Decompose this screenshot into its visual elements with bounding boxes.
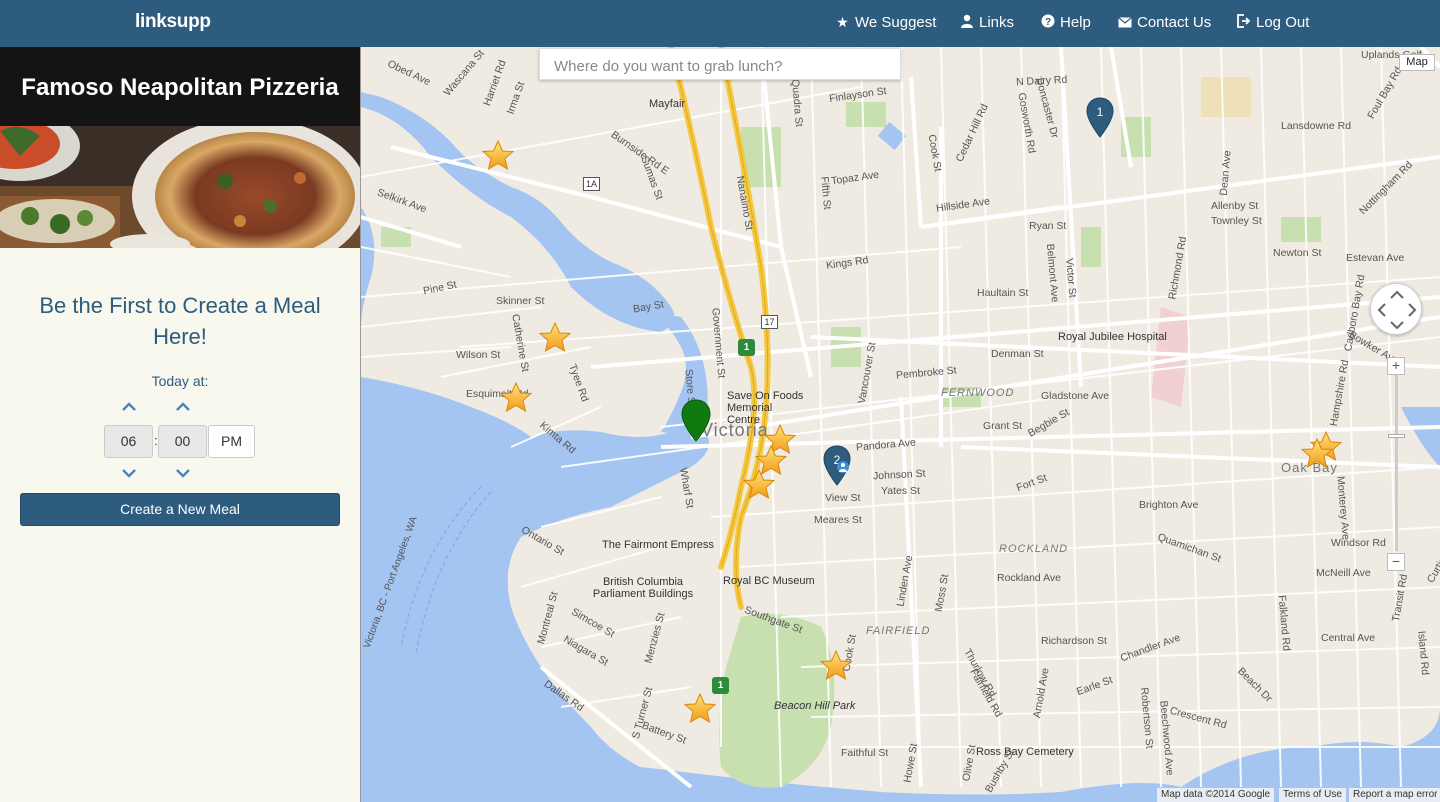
map-area-fairfield: FAIRFIELD [866, 625, 931, 637]
nav-contact-us-label: Contact Us [1137, 14, 1212, 31]
star-icon: ★ [836, 14, 849, 30]
report-map-error-link[interactable]: Report a map error [1349, 788, 1440, 802]
person-badge-icon [837, 461, 849, 473]
suggested-star-icon[interactable] [742, 468, 776, 502]
map-label-faithful: Faithful St [841, 747, 889, 759]
minute-input[interactable]: 00 [158, 425, 207, 458]
nav-we-suggest[interactable]: ★ We Suggest [835, 14, 936, 31]
zoom-out-button[interactable]: − [1387, 553, 1405, 571]
user-icon [959, 14, 974, 31]
map-label-haultain: Haultain St [977, 287, 1029, 299]
today-at-label: Today at: [151, 373, 209, 389]
map-label-richardson: Richardson St [1041, 635, 1107, 647]
top-navbar: linksupp ★ We Suggest Links ? Help Conta… [0, 0, 1440, 47]
map-label-brighton: Brighton Ave [1139, 499, 1199, 511]
suggested-star-icon[interactable] [481, 139, 515, 173]
map-label-parliament: British Columbia Parliament Buildings [592, 576, 694, 600]
map-data-attribution: Map data ©2014 Google [1157, 788, 1275, 802]
map-label-grant: Grant St [983, 420, 1023, 432]
map-label-gladstone: Gladstone Ave [1041, 390, 1110, 402]
map-label-mcneill: McNeill Ave [1316, 567, 1371, 579]
map-label-allenby: Allenby St [1211, 200, 1259, 212]
suggested-star-icon[interactable] [499, 381, 533, 415]
map-pan-control[interactable] [1370, 283, 1422, 335]
selected-restaurant-marker-icon[interactable] [681, 399, 711, 443]
create-meal-button[interactable]: Create a New Meal [20, 493, 340, 526]
map-label-royal-jubilee: Royal Jubilee Hospital [1058, 331, 1167, 343]
map-label-townley: Townley St [1211, 215, 1262, 227]
restaurant-hero: Famoso Neapolitan Pizzeria [0, 47, 360, 248]
map-label-rockland: Rockland Ave [997, 572, 1062, 584]
map-label-wilson: Wilson St [456, 349, 501, 361]
nav-help-label: Help [1060, 14, 1091, 31]
map-label-estevan: Estevan Ave [1346, 252, 1405, 264]
map-label-royal-bc-museum: Royal BC Museum [723, 575, 815, 587]
map-area-rockland: ROCKLAND [999, 543, 1069, 555]
meal-marker-1-label: 1 [1097, 105, 1104, 119]
suggested-star-icon[interactable] [538, 321, 572, 355]
meal-marker-1-icon[interactable]: 1 [1086, 97, 1114, 139]
suggested-star-icon[interactable] [683, 692, 717, 726]
nav-links[interactable]: Links [959, 14, 1014, 31]
highway-1a-shield-icon: 1A [583, 177, 600, 191]
terms-of-use-link[interactable]: Terms of Use [1279, 788, 1346, 802]
brand-logo[interactable]: linksupp [135, 11, 211, 33]
minute-increment-chevron-up-icon[interactable] [172, 401, 194, 415]
hour-increment-chevron-up-icon[interactable] [118, 401, 140, 415]
map-canvas[interactable]: Obed Ave Wascana St Harriet Rd Irma St S… [361, 47, 1440, 802]
restaurant-name: Famoso Neapolitan Pizzeria [21, 74, 339, 101]
highway-17-shield-icon: 17 [761, 315, 778, 329]
zoom-in-button[interactable]: + [1387, 357, 1405, 375]
map-label-beacon-hill-park: Beacon Hill Park [774, 700, 856, 712]
hero-title-bar: Famoso Neapolitan Pizzeria [0, 47, 360, 126]
nav-contact-us[interactable]: Contact Us [1117, 14, 1211, 31]
map-city-victoria: Victoria [701, 420, 769, 440]
logout-icon [1236, 14, 1251, 31]
pizza-photo [0, 126, 360, 248]
zoom-slider-track[interactable] [1395, 375, 1398, 551]
nav-links-label: Links [979, 14, 1015, 31]
nav-log-out-label: Log Out [1256, 14, 1310, 31]
ampm-toggle-button[interactable]: PM [208, 425, 255, 458]
nav-we-suggest-label: We Suggest [855, 14, 937, 31]
svg-text:?: ? [1044, 17, 1050, 28]
hour-input[interactable]: 06 [104, 425, 153, 458]
map-base-layer [361, 47, 1440, 802]
nav-log-out[interactable]: Log Out [1236, 14, 1309, 31]
suggested-star-icon[interactable] [819, 649, 853, 683]
map-label-fairmont-empress: The Fairmont Empress [602, 539, 714, 551]
restaurant-sidebar: Famoso Neapolitan Pizzeria Be the First … [0, 47, 361, 802]
map-label-view: View St [825, 492, 861, 504]
map-label-skinner: Skinner St [496, 295, 545, 307]
map-label-central: Central Ave [1321, 632, 1376, 644]
nav-help[interactable]: ? Help [1040, 14, 1091, 31]
zoom-slider-handle[interactable] [1388, 434, 1405, 438]
envelope-icon [1117, 15, 1132, 31]
map-label-meares: Meares St [814, 514, 862, 526]
map-label-lansdowne: Lansdowne Rd [1281, 120, 1352, 132]
hour-decrement-chevron-down-icon[interactable] [118, 467, 140, 481]
map-label-newton: Newton St [1273, 247, 1322, 259]
minute-decrement-chevron-down-icon[interactable] [172, 467, 194, 481]
map-label-mayfair: Mayfair [649, 98, 686, 110]
map-label-denman: Denman St [991, 348, 1044, 360]
create-meal-heading: Be the First to Create a Meal Here! [39, 293, 321, 349]
suggested-star-icon[interactable] [1300, 437, 1334, 471]
map-type-button[interactable]: Map [1399, 54, 1435, 71]
map-label-ryan: Ryan St [1029, 220, 1067, 232]
map-area-fernwood: FERNWOOD [941, 387, 1015, 399]
map-label-yates: Yates St [881, 485, 920, 497]
highway-1-shield-icon: 1 [738, 339, 755, 356]
map-search-input[interactable]: Where do you want to grab lunch? [539, 48, 901, 80]
map-label-ross-bay-cemetery: Ross Bay Cemetery [976, 746, 1074, 758]
question-circle-icon: ? [1040, 14, 1055, 31]
